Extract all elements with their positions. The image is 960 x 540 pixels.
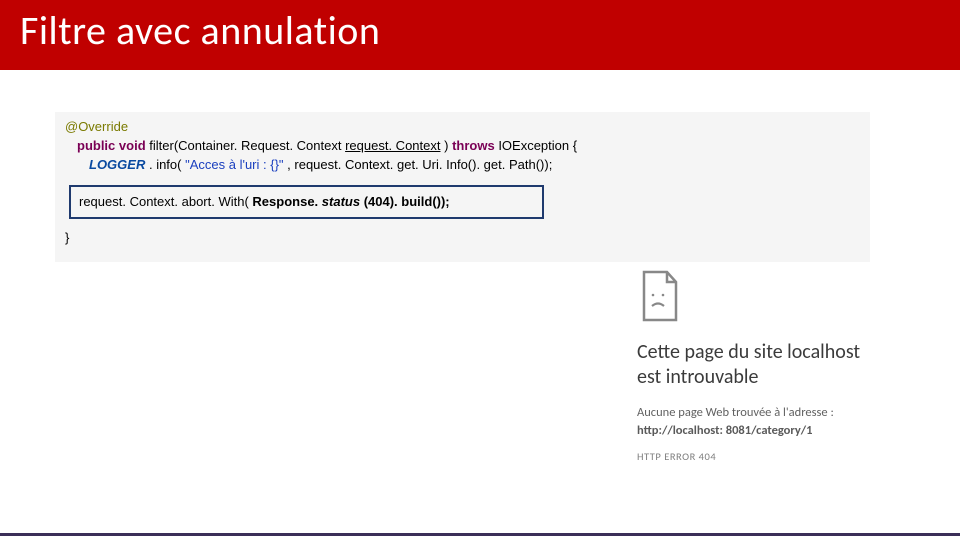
error-code: HTTP ERROR 404 bbox=[637, 450, 882, 463]
kw-public: public bbox=[77, 138, 115, 153]
method-sig-c: IOException { bbox=[498, 138, 577, 153]
code-line-close: } bbox=[65, 229, 860, 248]
logger-call-a: . info( bbox=[149, 157, 182, 172]
abort-a: request. Context. abort. With( bbox=[79, 194, 249, 209]
error-message: Aucune page Web trouvée à l'adresse : ht… bbox=[637, 404, 882, 440]
method-sig-b: ) bbox=[444, 138, 452, 153]
param-name: request. Context bbox=[345, 138, 440, 153]
logger-ref: LOGGER bbox=[89, 157, 145, 172]
code-line-1: @Override bbox=[65, 118, 860, 137]
error-msg-url: http://localhost: 8081/category/1 bbox=[637, 423, 813, 438]
broken-page-icon bbox=[639, 270, 681, 322]
abort-highlight-box: request. Context. abort. With( Response.… bbox=[69, 185, 544, 220]
error-heading: Cette page du site localhost est introuv… bbox=[637, 340, 882, 390]
kw-void: void bbox=[119, 138, 146, 153]
abort-b: (404). build()); bbox=[364, 194, 450, 209]
slide-title: Filtre avec annulation bbox=[20, 6, 380, 55]
header-bar: Filtre avec annulation bbox=[0, 0, 960, 70]
string-literal: "Acces à l'uri : {}" bbox=[185, 157, 283, 172]
abort-resp: Response. bbox=[252, 194, 321, 209]
footer-accent-line bbox=[0, 533, 960, 536]
method-sig-a: filter(Container. Request. Context bbox=[149, 138, 345, 153]
logger-call-b: , request. Context. get. Uri. Info(). ge… bbox=[287, 157, 552, 172]
code-block: @Override public void filter(Container. … bbox=[55, 112, 870, 262]
code-line-3: LOGGER . info( "Acces à l'uri : {}" , re… bbox=[65, 156, 860, 175]
error-msg-prefix: Aucune page Web trouvée à l'adresse : bbox=[637, 405, 834, 420]
annotation-override: @Override bbox=[65, 119, 128, 134]
abort-status: status bbox=[322, 194, 360, 209]
kw-throws: throws bbox=[452, 138, 495, 153]
code-line-2: public void filter(Container. Request. C… bbox=[65, 137, 860, 156]
error-panel: Cette page du site localhost est introuv… bbox=[637, 270, 882, 463]
